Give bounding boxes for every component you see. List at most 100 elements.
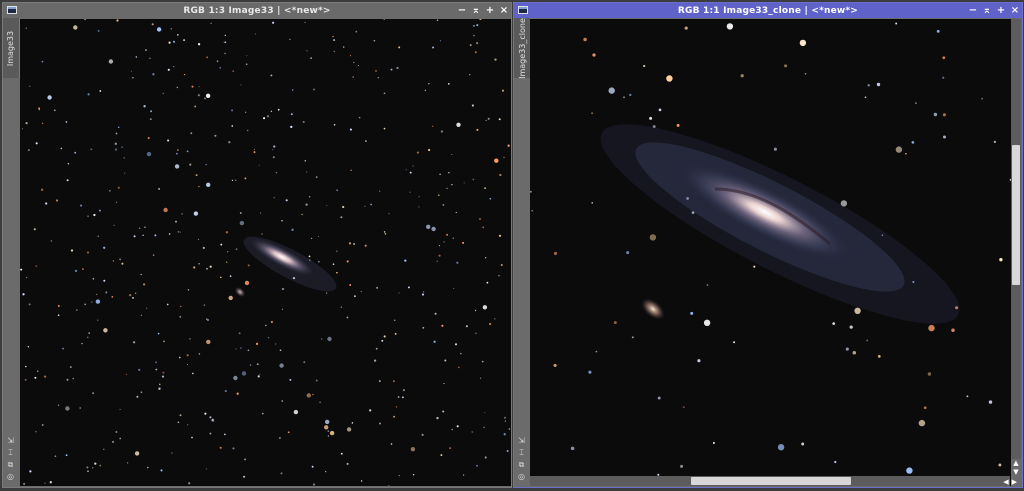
- star: [176, 34, 179, 36]
- star: [132, 296, 134, 299]
- star: [35, 142, 38, 145]
- image-viewport[interactable]: [530, 19, 1011, 486]
- star: [591, 112, 594, 115]
- star: [643, 64, 646, 68]
- star: [166, 303, 169, 306]
- star: [866, 339, 869, 342]
- clone-icon[interactable]: ⧉: [6, 461, 15, 469]
- star: [666, 75, 673, 82]
- star: [346, 316, 349, 319]
- star: [712, 442, 715, 444]
- star: [392, 380, 395, 383]
- star: [409, 191, 411, 193]
- star: [553, 251, 558, 256]
- star: [261, 233, 263, 235]
- star: [129, 293, 132, 297]
- window-titlebar[interactable]: RGB 1:3 Image33 | <*new*> − ⌅ + ×: [3, 3, 511, 18]
- star: [239, 211, 242, 215]
- image-window-icon[interactable]: [518, 6, 528, 14]
- image-window-image33[interactable]: RGB 1:3 Image33 | <*new*> − ⌅ + × Image3…: [2, 2, 512, 488]
- minimize-icon[interactable]: −: [968, 5, 978, 17]
- view-identifier-tab[interactable]: Image33_clone: [514, 18, 531, 78]
- star: [190, 132, 193, 135]
- star: [325, 419, 330, 425]
- scroll-up-icon[interactable]: ▲: [1011, 459, 1021, 467]
- star: [246, 55, 248, 57]
- horizontal-scrollbar[interactable]: [530, 476, 1010, 486]
- star: [706, 284, 709, 286]
- star: [407, 286, 410, 289]
- expand-icon[interactable]: ⇲: [6, 437, 15, 445]
- star: [383, 92, 386, 95]
- star: [333, 123, 336, 126]
- star: [265, 324, 267, 327]
- image-window-icon[interactable]: [7, 6, 17, 14]
- star: [876, 82, 881, 87]
- clone-icon[interactable]: ⧉: [517, 461, 526, 469]
- star: [285, 199, 288, 202]
- expand-icon[interactable]: ⇲: [517, 437, 526, 445]
- close-icon[interactable]: ×: [499, 5, 509, 17]
- star: [224, 433, 226, 436]
- shade-icon[interactable]: ⌅: [471, 5, 481, 17]
- vertical-scroll-thumb[interactable]: [1012, 144, 1020, 286]
- star: [306, 50, 308, 52]
- star: [310, 237, 313, 240]
- star: [151, 23, 154, 26]
- scroll-left-right-icon[interactable]: ◀▶: [1003, 478, 1020, 486]
- image-viewport[interactable]: [20, 19, 511, 486]
- star: [191, 436, 193, 439]
- star: [67, 162, 70, 165]
- star: [918, 419, 926, 427]
- star: [484, 412, 486, 414]
- mask-icon[interactable]: ◎: [517, 473, 526, 481]
- star: [37, 370, 39, 372]
- star: [91, 466, 94, 469]
- star: [219, 446, 222, 449]
- star: [273, 145, 276, 148]
- star: [553, 363, 557, 367]
- star: [349, 284, 352, 286]
- star: [198, 86, 200, 88]
- star: [951, 328, 955, 332]
- minimize-icon[interactable]: −: [457, 5, 467, 17]
- vertical-scrollbar[interactable]: [1011, 19, 1021, 459]
- star: [928, 324, 935, 332]
- star: [35, 265, 38, 267]
- star: [189, 338, 191, 340]
- horizontal-scroll-thumb[interactable]: [691, 477, 851, 485]
- pin-icon[interactable]: ⌶: [6, 449, 15, 457]
- star: [942, 76, 945, 79]
- star: [434, 312, 437, 315]
- pin-icon[interactable]: ⌶: [517, 449, 526, 457]
- image-window-image33-clone[interactable]: RGB 1:1 Image33_clone | <*new*> − ⌅ + × …: [513, 2, 1023, 488]
- star: [161, 375, 165, 378]
- star: [444, 359, 447, 362]
- star: [244, 177, 247, 180]
- mask-icon[interactable]: ◎: [6, 473, 15, 481]
- maximize-icon[interactable]: +: [485, 5, 495, 17]
- star: [377, 76, 379, 79]
- window-titlebar[interactable]: RGB 1:1 Image33_clone | <*new*> − ⌅ + ×: [514, 3, 1022, 18]
- maximize-icon[interactable]: +: [996, 5, 1006, 17]
- star: [476, 128, 479, 131]
- star: [27, 346, 30, 348]
- star: [966, 395, 969, 398]
- star: [187, 424, 189, 426]
- star: [629, 93, 632, 97]
- star: [358, 116, 361, 119]
- star: [69, 366, 72, 369]
- shade-icon[interactable]: ⌅: [982, 5, 992, 17]
- star: [21, 128, 24, 130]
- star: [473, 25, 475, 27]
- star: [378, 422, 382, 425]
- star: [364, 140, 367, 143]
- close-icon[interactable]: ×: [1010, 5, 1020, 17]
- star: [140, 391, 143, 394]
- view-identifier-tab[interactable]: Image33: [3, 18, 20, 78]
- star: [393, 319, 396, 322]
- scroll-down-icon[interactable]: ▼: [1011, 468, 1021, 476]
- star: [72, 377, 74, 380]
- star: [243, 475, 246, 478]
- star: [327, 435, 330, 437]
